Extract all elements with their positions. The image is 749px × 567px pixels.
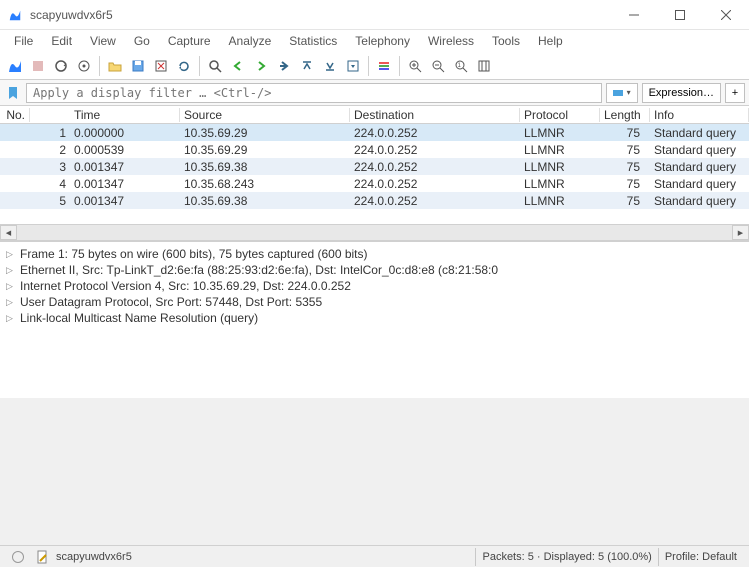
col-source: Source [180, 108, 350, 122]
menu-bar: File Edit View Go Capture Analyze Statis… [0, 30, 749, 52]
scroll-left-icon[interactable]: ◀ [0, 225, 17, 240]
close-file-icon[interactable] [150, 55, 172, 77]
status-profile[interactable]: Profile: Default [658, 548, 743, 566]
save-file-icon[interactable] [127, 55, 149, 77]
menu-statistics[interactable]: Statistics [281, 32, 345, 50]
window-title: scapyuwdvx6r5 [30, 8, 611, 22]
display-filter-bar: ▾ Expression… + [0, 80, 749, 106]
minimize-button[interactable] [611, 0, 657, 29]
svg-text:1: 1 [458, 63, 462, 69]
title-bar: scapyuwdvx6r5 [0, 0, 749, 30]
col-length: Length [600, 108, 650, 122]
go-back-icon[interactable] [227, 55, 249, 77]
colorize-icon[interactable] [373, 55, 395, 77]
status-file: scapyuwdvx6r5 [56, 551, 132, 563]
zoom-reset-icon[interactable]: 1 [450, 55, 472, 77]
scroll-track[interactable] [17, 225, 732, 240]
col-destination: Destination [350, 108, 520, 122]
col-no: No. [0, 108, 30, 122]
open-file-icon[interactable] [104, 55, 126, 77]
expert-info-icon[interactable] [12, 551, 24, 563]
go-forward-icon[interactable] [250, 55, 272, 77]
status-bar: scapyuwdvx6r5 Packets: 5 · Displayed: 5 … [0, 545, 749, 567]
detail-tree-row[interactable]: ▷Frame 1: 75 bytes on wire (600 bits), 7… [2, 246, 747, 262]
menu-go[interactable]: Go [126, 32, 158, 50]
detail-tree-row[interactable]: ▷Internet Protocol Version 4, Src: 10.35… [2, 278, 747, 294]
detail-tree-row[interactable]: ▷User Datagram Protocol, Src Port: 57448… [2, 294, 747, 310]
col-protocol: Protocol [520, 108, 600, 122]
horizontal-scrollbar[interactable]: ◀ ▶ [0, 224, 749, 241]
go-to-packet-icon[interactable] [273, 55, 295, 77]
add-filter-button[interactable]: + [725, 83, 745, 103]
packet-row[interactable]: 50.00134710.35.69.38224.0.0.252LLMNR75St… [0, 192, 749, 209]
menu-wireless[interactable]: Wireless [420, 32, 482, 50]
expression-button[interactable]: Expression… [642, 83, 721, 103]
packet-row[interactable]: 40.00134710.35.68.243224.0.0.252LLMNR75S… [0, 175, 749, 192]
expand-icon[interactable]: ▷ [6, 249, 16, 260]
bookmark-filter-icon[interactable] [4, 84, 22, 102]
auto-scroll-icon[interactable] [342, 55, 364, 77]
menu-capture[interactable]: Capture [160, 32, 219, 50]
capture-options-icon[interactable] [73, 55, 95, 77]
zoom-out-icon[interactable] [427, 55, 449, 77]
packet-list-body[interactable]: 10.00000010.35.69.29224.0.0.252LLMNR75St… [0, 124, 749, 224]
stop-capture-icon[interactable] [27, 55, 49, 77]
packet-row[interactable]: 20.00053910.35.69.29224.0.0.252LLMNR75St… [0, 141, 749, 158]
go-last-icon[interactable] [319, 55, 341, 77]
menu-help[interactable]: Help [530, 32, 571, 50]
packet-row[interactable]: 30.00134710.35.69.38224.0.0.252LLMNR75St… [0, 158, 749, 175]
scroll-right-icon[interactable]: ▶ [732, 225, 749, 240]
expand-icon[interactable]: ▷ [6, 281, 16, 292]
col-info: Info [650, 108, 749, 122]
capture-file-props-icon[interactable] [36, 550, 50, 564]
main-toolbar: 1 [0, 52, 749, 80]
expand-icon[interactable]: ▷ [6, 313, 16, 324]
resize-columns-icon[interactable] [473, 55, 495, 77]
detail-tree-row[interactable]: ▷Ethernet II, Src: Tp-LinkT_d2:6e:fa (88… [2, 262, 747, 278]
reload-file-icon[interactable] [173, 55, 195, 77]
menu-tools[interactable]: Tools [484, 32, 528, 50]
menu-telephony[interactable]: Telephony [347, 32, 418, 50]
status-packets: Packets: 5 · Displayed: 5 (100.0%) [475, 548, 657, 566]
detail-tree-row[interactable]: ▷Link-local Multicast Name Resolution (q… [2, 310, 747, 326]
expand-icon[interactable]: ▷ [6, 265, 16, 276]
menu-edit[interactable]: Edit [43, 32, 80, 50]
maximize-button[interactable] [657, 0, 703, 29]
col-time: Time [70, 108, 180, 122]
find-packet-icon[interactable] [204, 55, 226, 77]
apply-filter-button[interactable]: ▾ [606, 83, 638, 103]
display-filter-input[interactable] [26, 83, 602, 103]
expand-icon[interactable]: ▷ [6, 297, 16, 308]
menu-analyze[interactable]: Analyze [221, 32, 280, 50]
go-first-icon[interactable] [296, 55, 318, 77]
start-capture-icon[interactable] [4, 55, 26, 77]
close-button[interactable] [703, 0, 749, 29]
restart-capture-icon[interactable] [50, 55, 72, 77]
packet-row[interactable]: 10.00000010.35.69.29224.0.0.252LLMNR75St… [0, 124, 749, 141]
wireshark-logo-icon [8, 8, 22, 22]
menu-view[interactable]: View [82, 32, 124, 50]
menu-file[interactable]: File [6, 32, 41, 50]
packet-list-pane: No. Time Source Destination Protocol Len… [0, 106, 749, 224]
packet-list-header[interactable]: No. Time Source Destination Protocol Len… [0, 106, 749, 124]
packet-details-pane[interactable]: ▷Frame 1: 75 bytes on wire (600 bits), 7… [0, 241, 749, 398]
zoom-in-icon[interactable] [404, 55, 426, 77]
